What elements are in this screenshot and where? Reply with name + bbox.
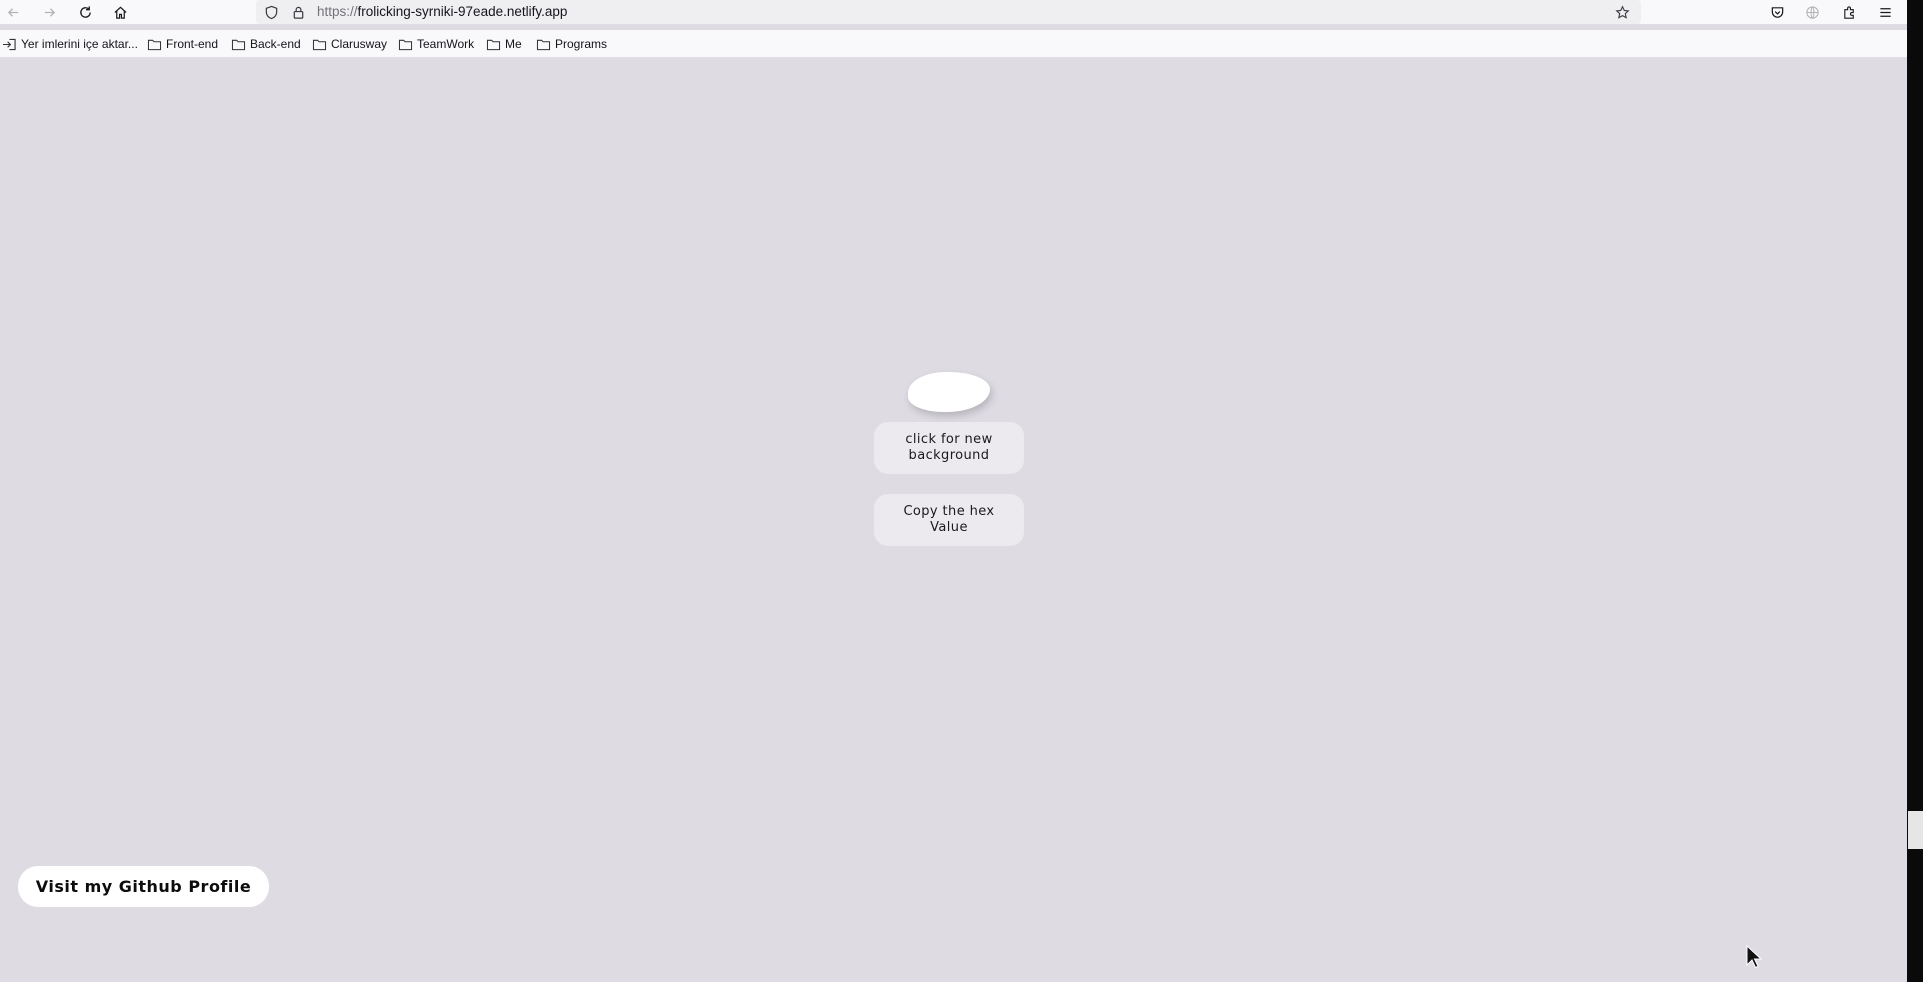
tracking-protection-shield-icon[interactable]	[262, 3, 280, 21]
home-icon	[113, 6, 127, 19]
forward-button[interactable]	[38, 1, 60, 23]
reload-button[interactable]	[74, 1, 96, 23]
bookmark-label: TeamWork	[417, 37, 475, 51]
copy-hex-label: Copy the hex Value	[903, 504, 995, 535]
new-background-button[interactable]: click for new background	[874, 422, 1024, 474]
bookmark-folder-programs[interactable]: Programs	[536, 36, 607, 52]
bookmark-label: Me	[505, 37, 522, 51]
url-protocol: https://	[317, 4, 358, 19]
folder-icon	[486, 39, 501, 50]
bookmark-label: Front-end	[166, 37, 219, 51]
url-host: frolicking-syrniki-97eade.netlify.app	[357, 4, 568, 19]
bookmark-folder-clarusway[interactable]: Clarusway	[312, 36, 387, 52]
mouse-cursor-icon	[1746, 945, 1762, 969]
bookmark-import[interactable]: Yer imlerini içe aktar...	[2, 36, 138, 52]
globe-icon	[1805, 5, 1819, 19]
lock-icon[interactable]	[289, 3, 307, 21]
pocket-icon	[1771, 6, 1783, 18]
bookmark-folder-me[interactable]: Me	[486, 36, 522, 52]
bookmark-label: Back-end	[250, 37, 301, 51]
back-arrow-icon	[7, 7, 18, 17]
import-icon	[3, 38, 16, 50]
bookmark-star-icon[interactable]	[1613, 3, 1631, 21]
translate-button[interactable]	[1801, 1, 1823, 23]
url-bar[interactable]: https://frolicking-syrniki-97eade.netlif…	[256, 0, 1641, 24]
bookmark-label: Clarusway	[331, 37, 388, 51]
copy-hex-button[interactable]: Copy the hex Value	[874, 494, 1024, 546]
github-profile-label: Visit my Github Profile	[35, 877, 252, 896]
folder-icon	[398, 39, 413, 50]
extensions-button[interactable]	[1838, 1, 1860, 23]
bookmarks-bar: Yer imlerini içe aktar... Front-end Back…	[0, 30, 1907, 58]
home-button[interactable]	[109, 1, 131, 23]
forward-arrow-icon	[44, 7, 55, 17]
pocket-button[interactable]	[1766, 1, 1788, 23]
folder-icon	[536, 39, 551, 50]
scrollbar-thumb[interactable]	[1908, 811, 1923, 849]
back-button[interactable]	[2, 1, 24, 23]
bookmark-label: Yer imlerini içe aktar...	[21, 37, 138, 51]
folder-icon	[147, 39, 162, 50]
folder-icon	[312, 39, 327, 50]
bookmark-folder-teamwork[interactable]: TeamWork	[398, 36, 474, 52]
bookmark-label: Programs	[555, 37, 608, 51]
menu-button[interactable]	[1874, 1, 1896, 23]
puzzle-piece-icon	[1843, 5, 1854, 19]
github-profile-button[interactable]: Visit my Github Profile	[18, 866, 269, 907]
hamburger-menu-icon	[1879, 7, 1891, 17]
folder-icon	[231, 39, 246, 50]
bookmark-folder-back-end[interactable]: Back-end	[231, 36, 301, 52]
new-background-label: click for new background	[905, 432, 993, 463]
bookmark-folder-front-end[interactable]: Front-end	[147, 36, 218, 52]
url-text[interactable]: https://frolicking-syrniki-97eade.netlif…	[317, 4, 567, 19]
browser-toolbar: https://frolicking-syrniki-97eade.netlif…	[0, 0, 1907, 24]
reload-icon	[79, 5, 91, 18]
